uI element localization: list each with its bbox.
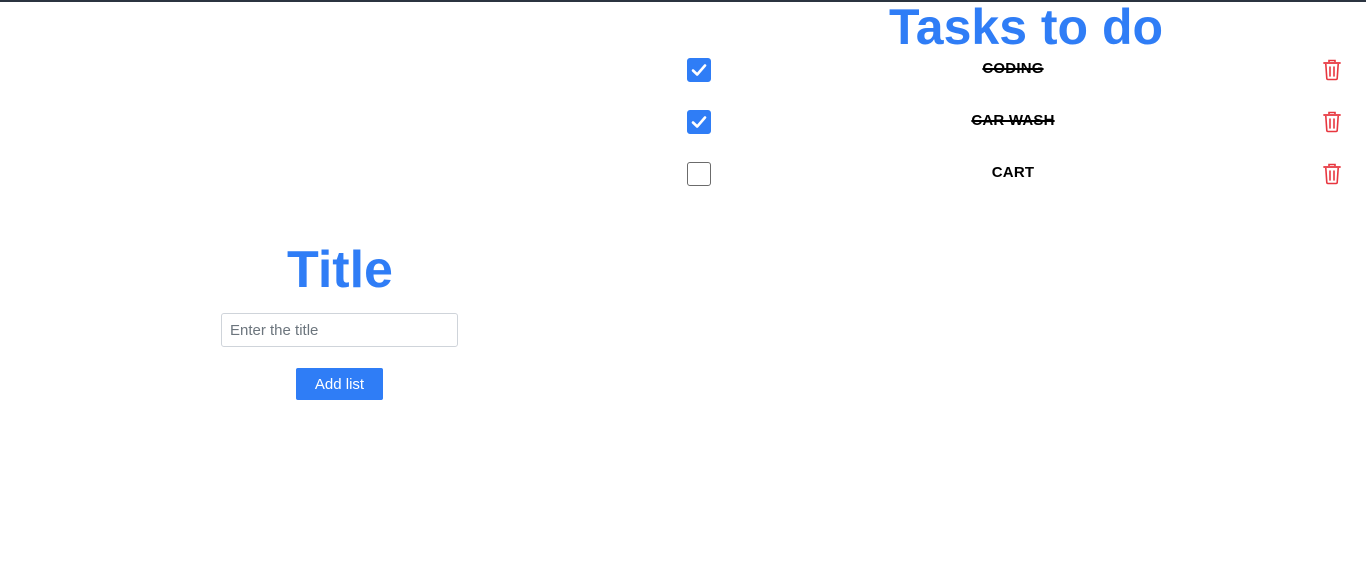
task-checkbox[interactable] — [687, 110, 711, 134]
add-list-button[interactable]: Add list — [296, 368, 383, 400]
task-checkbox[interactable] — [687, 58, 711, 82]
delete-task-button[interactable] — [1322, 162, 1342, 186]
task-checkbox[interactable] — [687, 162, 711, 186]
task-label: CAR WASH — [971, 112, 1055, 129]
trash-icon — [1323, 59, 1341, 81]
add-list-panel: Title Add list — [0, 0, 680, 573]
check-icon — [691, 64, 707, 76]
check-icon — [691, 116, 707, 128]
task-row: CODING — [686, 58, 1346, 84]
title-input[interactable] — [221, 313, 458, 347]
task-label: CODING — [982, 60, 1044, 77]
task-label: CART — [991, 164, 1035, 181]
form-title: Title — [287, 241, 393, 299]
delete-task-button[interactable] — [1322, 110, 1342, 134]
trash-icon — [1323, 111, 1341, 133]
task-row: CART — [686, 162, 1346, 188]
tasks-heading: Tasks to do — [888, 0, 1164, 55]
trash-icon — [1323, 163, 1341, 185]
task-row: CAR WASH — [686, 110, 1346, 136]
delete-task-button[interactable] — [1322, 58, 1342, 82]
